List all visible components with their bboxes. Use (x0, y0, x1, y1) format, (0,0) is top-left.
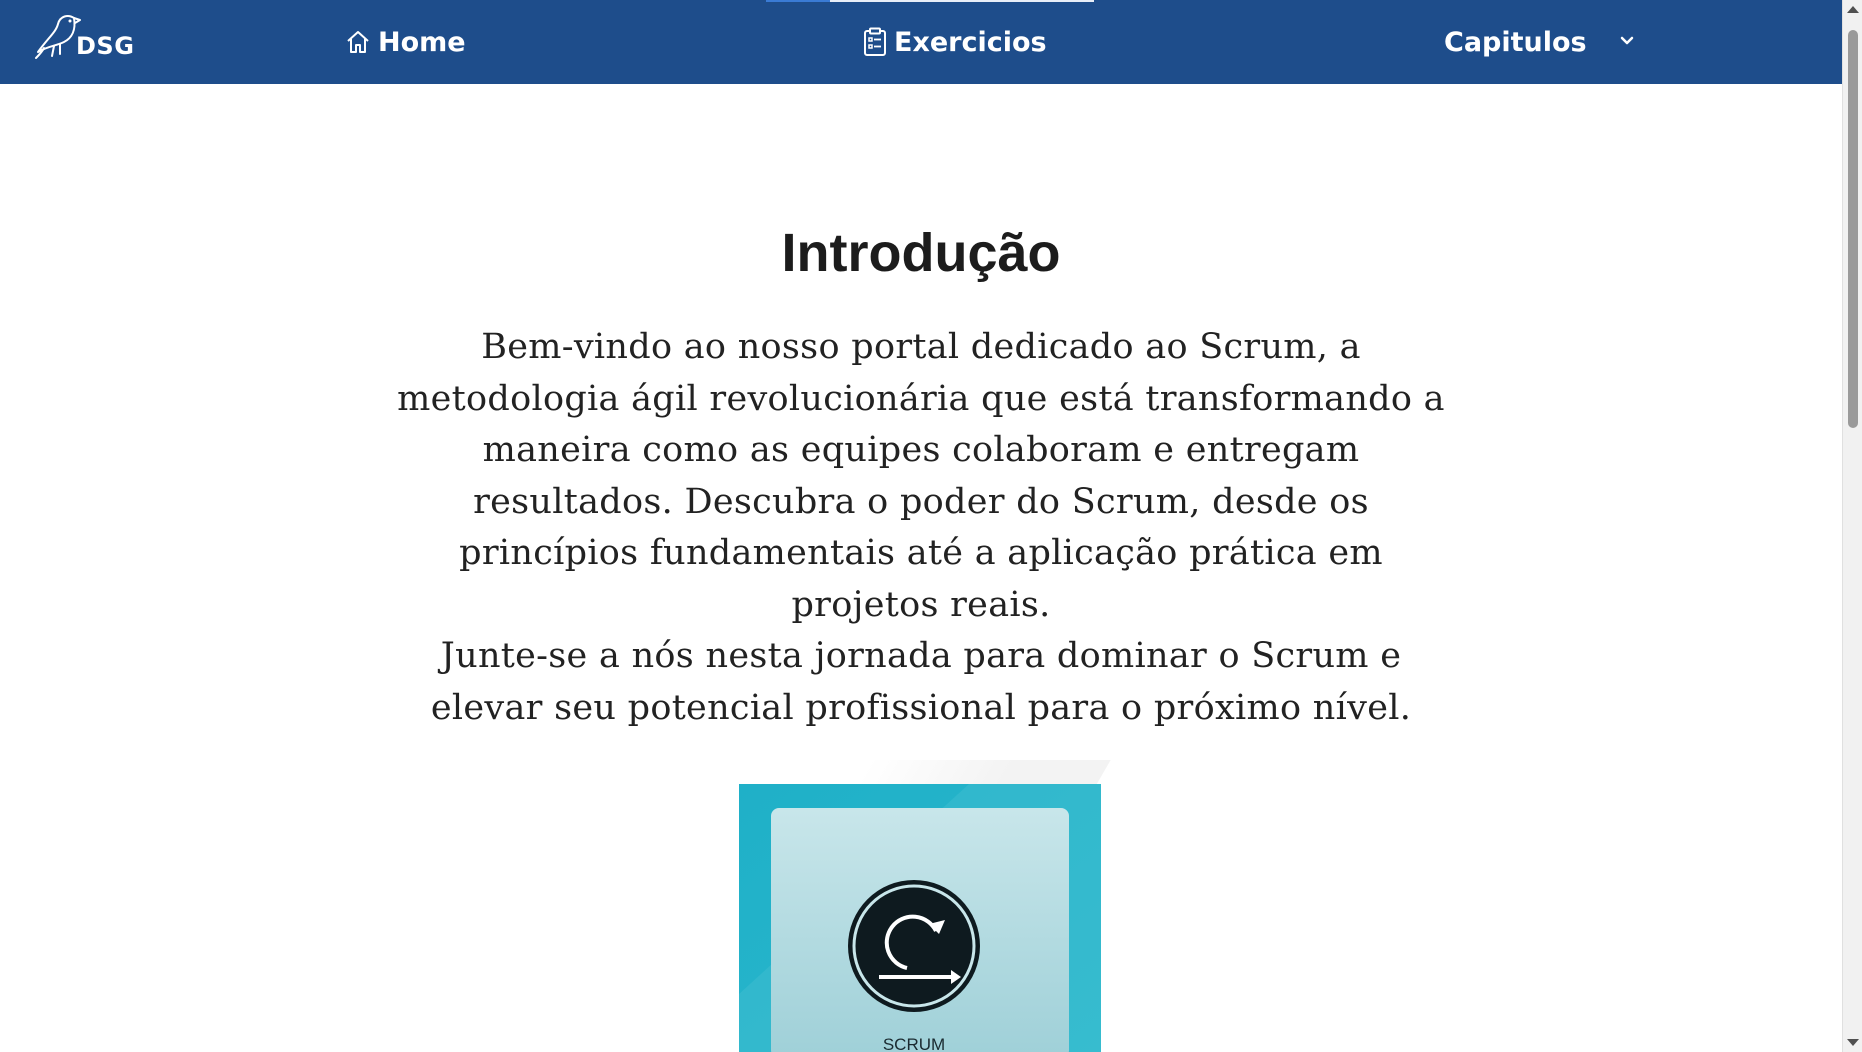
scroll-up-arrow-icon[interactable] (1847, 6, 1859, 13)
logo-text: DSG (76, 32, 135, 60)
top-navbar: DSG Home Exercicios Capitulos (0, 0, 1842, 84)
nav-exercises-link[interactable]: Exercicios (862, 22, 1047, 62)
nav-active-underline (830, 0, 1094, 2)
scroll-down-arrow-icon[interactable] (1847, 1039, 1859, 1046)
nav-chapters-dropdown[interactable]: Capitulos (1444, 22, 1587, 62)
chevron-down-icon[interactable] (1618, 32, 1636, 50)
nav-active-indicator (766, 0, 830, 2)
nav-home-label: Home (378, 26, 466, 58)
nav-exercises-label: Exercicios (894, 26, 1047, 58)
nav-chapters-label: Capitulos (1444, 26, 1587, 58)
scrollbar-thumb[interactable] (1848, 30, 1858, 428)
nav-home-link[interactable]: Home (344, 22, 466, 62)
page-scrollbar[interactable] (1842, 0, 1862, 1052)
site-logo[interactable]: DSG (34, 12, 134, 66)
scrum-cycle-icon (848, 880, 980, 1012)
page-title: Introdução (781, 223, 1061, 283)
clipboard-icon (864, 27, 886, 56)
intro-paragraph-1: Bem-vindo ao nosso portal dedicado ao Sc… (397, 327, 1445, 625)
intro-text: Bem-vindo ao nosso portal dedicado ao Sc… (396, 322, 1446, 734)
home-icon (347, 31, 369, 53)
intro-paragraph-2: Junte-se a nós nesta jornada para domina… (430, 636, 1412, 728)
cover-scrum-label: SCRUM (883, 1035, 945, 1052)
scrum-cover-image: SCRUM (739, 784, 1101, 1052)
